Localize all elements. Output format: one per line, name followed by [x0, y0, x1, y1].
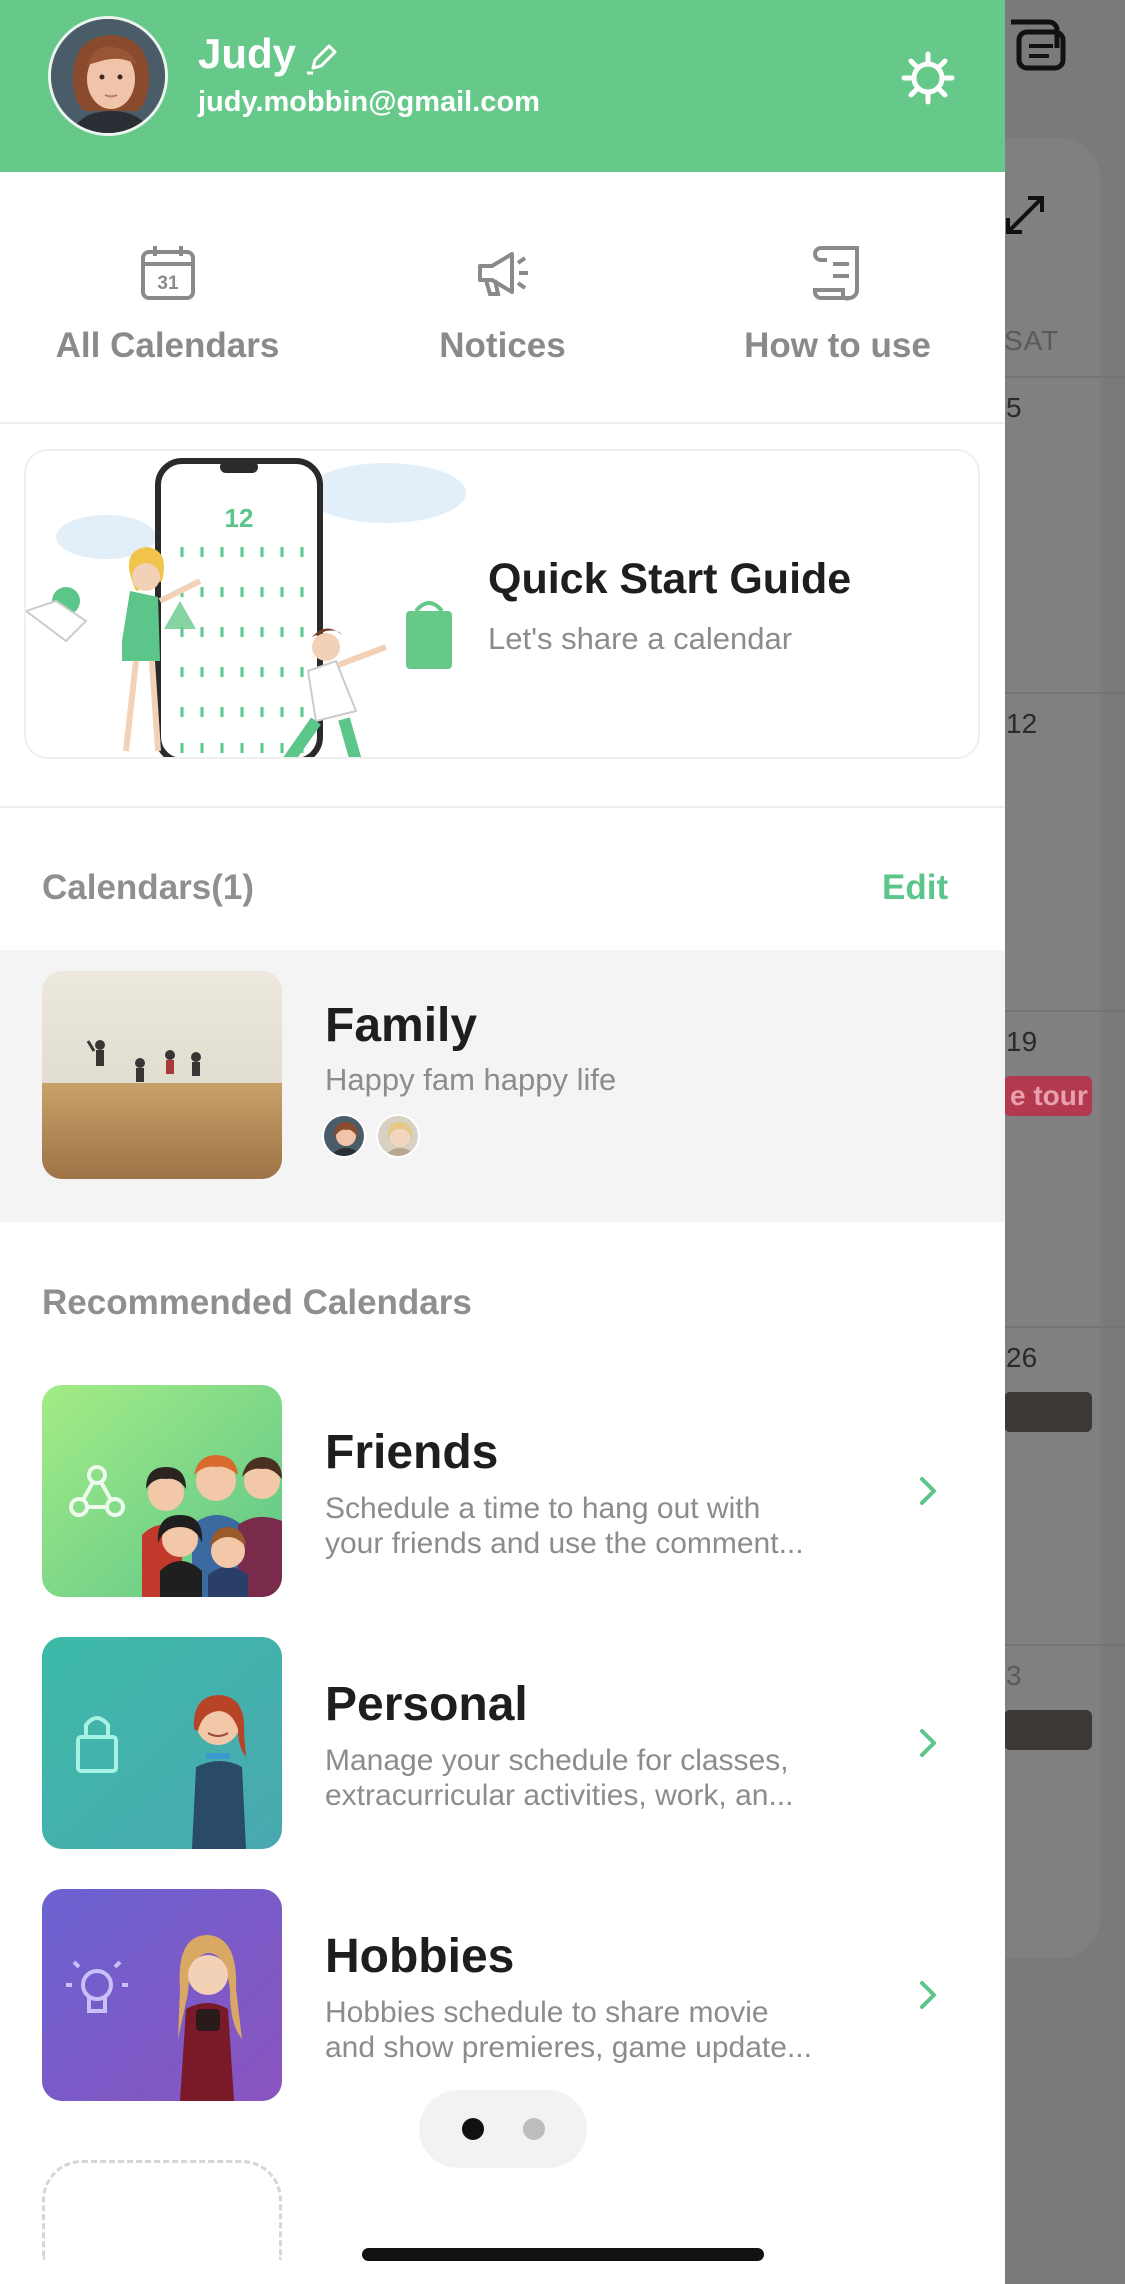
- recommended-description: Schedule a time to hang out with your fr…: [325, 1491, 885, 1561]
- calendar-item-family[interactable]: Family Happy fam happy life: [0, 950, 1005, 1222]
- date-cell[interactable]: 12: [1006, 708, 1037, 740]
- date-cell[interactable]: 5: [1006, 392, 1022, 424]
- description-line: Manage your schedule for classes,: [325, 1744, 789, 1777]
- page-indicator[interactable]: [419, 2090, 587, 2168]
- pencil-icon[interactable]: [305, 40, 341, 76]
- recommended-thumbnail: [42, 1889, 282, 2101]
- description-line: your friends and use the comment...: [325, 1527, 804, 1560]
- recommended-item-hobbies[interactable]: Hobbies Hobbies schedule to share movie …: [0, 1889, 1005, 2101]
- profile-name[interactable]: Judy: [198, 30, 296, 78]
- chevron-right-icon[interactable]: [910, 1973, 946, 2017]
- week-divider: [1004, 692, 1125, 694]
- week-divider: [1004, 1010, 1125, 1012]
- guide-illustration: 12: [26, 458, 466, 757]
- date-cell[interactable]: 3: [1006, 1660, 1022, 1692]
- side-drawer: Judy judy.mobbin@gmail.com 31 All Calend…: [0, 0, 1005, 2284]
- description-line: and show premieres, game update...: [325, 2031, 812, 2064]
- home-indicator[interactable]: [362, 2248, 764, 2261]
- megaphone-icon: [477, 252, 528, 296]
- profile-email: judy.mobbin@gmail.com: [198, 86, 540, 118]
- event-chip[interactable]: [1004, 1392, 1092, 1432]
- description-line: Hobbies schedule to share movie: [325, 1996, 769, 2029]
- recommended-thumbnail: [42, 1385, 282, 1597]
- recommended-description: Hobbies schedule to share movie and show…: [325, 1995, 885, 2065]
- week-divider: [1004, 376, 1125, 378]
- week-divider: [1004, 1644, 1125, 1646]
- tab-label: All Calendars: [55, 326, 280, 365]
- gear-icon[interactable]: [900, 50, 956, 106]
- day-header-sat: SAT: [1004, 325, 1060, 356]
- page-dot-active[interactable]: [462, 2118, 484, 2140]
- description-line: extracurricular activities, work, an...: [325, 1779, 794, 1812]
- quick-tabs: 31 All Calendars Notices How to use: [0, 172, 1005, 424]
- calendar-thumbnail: [42, 971, 282, 1179]
- recommended-heading: Recommended Calendars: [42, 1283, 472, 1322]
- page-dot[interactable]: [523, 2118, 545, 2140]
- recommended-item-personal[interactable]: Personal Manage your schedule for classe…: [0, 1637, 1005, 1849]
- member-avatar: [376, 1114, 420, 1158]
- calendars-heading: Calendars(1): [42, 868, 255, 907]
- guide-phone-date: 12: [225, 503, 254, 533]
- tab-notices[interactable]: Notices: [335, 242, 670, 366]
- week-divider: [1004, 1326, 1125, 1328]
- expand-icon[interactable]: [1002, 192, 1048, 238]
- chevron-right-icon[interactable]: [910, 1721, 946, 1765]
- member-avatar: [322, 1114, 366, 1158]
- chevron-right-icon[interactable]: [910, 1469, 946, 1513]
- recommended-title: Personal: [325, 1678, 528, 1731]
- event-chip[interactable]: [1004, 1710, 1092, 1750]
- chat-icon[interactable]: [1005, 18, 1067, 74]
- recommended-item-friends[interactable]: Friends Schedule a time to hang out with…: [0, 1385, 1005, 1597]
- calendar-title: Family: [325, 999, 478, 1052]
- profile-header: Judy judy.mobbin@gmail.com: [0, 0, 1005, 172]
- recommended-title: Friends: [325, 1426, 499, 1479]
- event-chip[interactable]: e tour: [1004, 1076, 1092, 1116]
- guide-subtitle: Let's share a calendar: [488, 621, 793, 656]
- description-line: Schedule a time to hang out with: [325, 1492, 761, 1525]
- tab-all-calendars[interactable]: 31 All Calendars: [0, 242, 335, 366]
- recommended-title: Hobbies: [325, 1930, 515, 1983]
- quick-start-guide-card[interactable]: 12 Quick Start Guide Let's share a calen…: [24, 449, 980, 759]
- tab-label: Notices: [439, 326, 566, 365]
- calendar-icon: 31: [140, 246, 195, 300]
- avatar[interactable]: [48, 16, 168, 136]
- tab-label: How to use: [744, 326, 931, 365]
- recommended-description: Manage your schedule for classes, extrac…: [325, 1743, 885, 1813]
- tab-how-to-use[interactable]: How to use: [670, 242, 1005, 366]
- section-divider: [0, 806, 1005, 808]
- recommended-placeholder-card: [42, 2160, 282, 2260]
- calendar-subtitle: Happy fam happy life: [325, 1062, 617, 1097]
- guide-title: Quick Start Guide: [488, 555, 852, 603]
- date-cell[interactable]: 19: [1006, 1026, 1037, 1058]
- recommended-thumbnail: [42, 1637, 282, 1849]
- date-cell[interactable]: 26: [1006, 1342, 1037, 1374]
- edit-calendars-button[interactable]: Edit: [882, 868, 948, 908]
- calendar-icon-day: 31: [157, 273, 179, 294]
- scroll-icon: [812, 246, 859, 301]
- user-avatar: [51, 19, 165, 133]
